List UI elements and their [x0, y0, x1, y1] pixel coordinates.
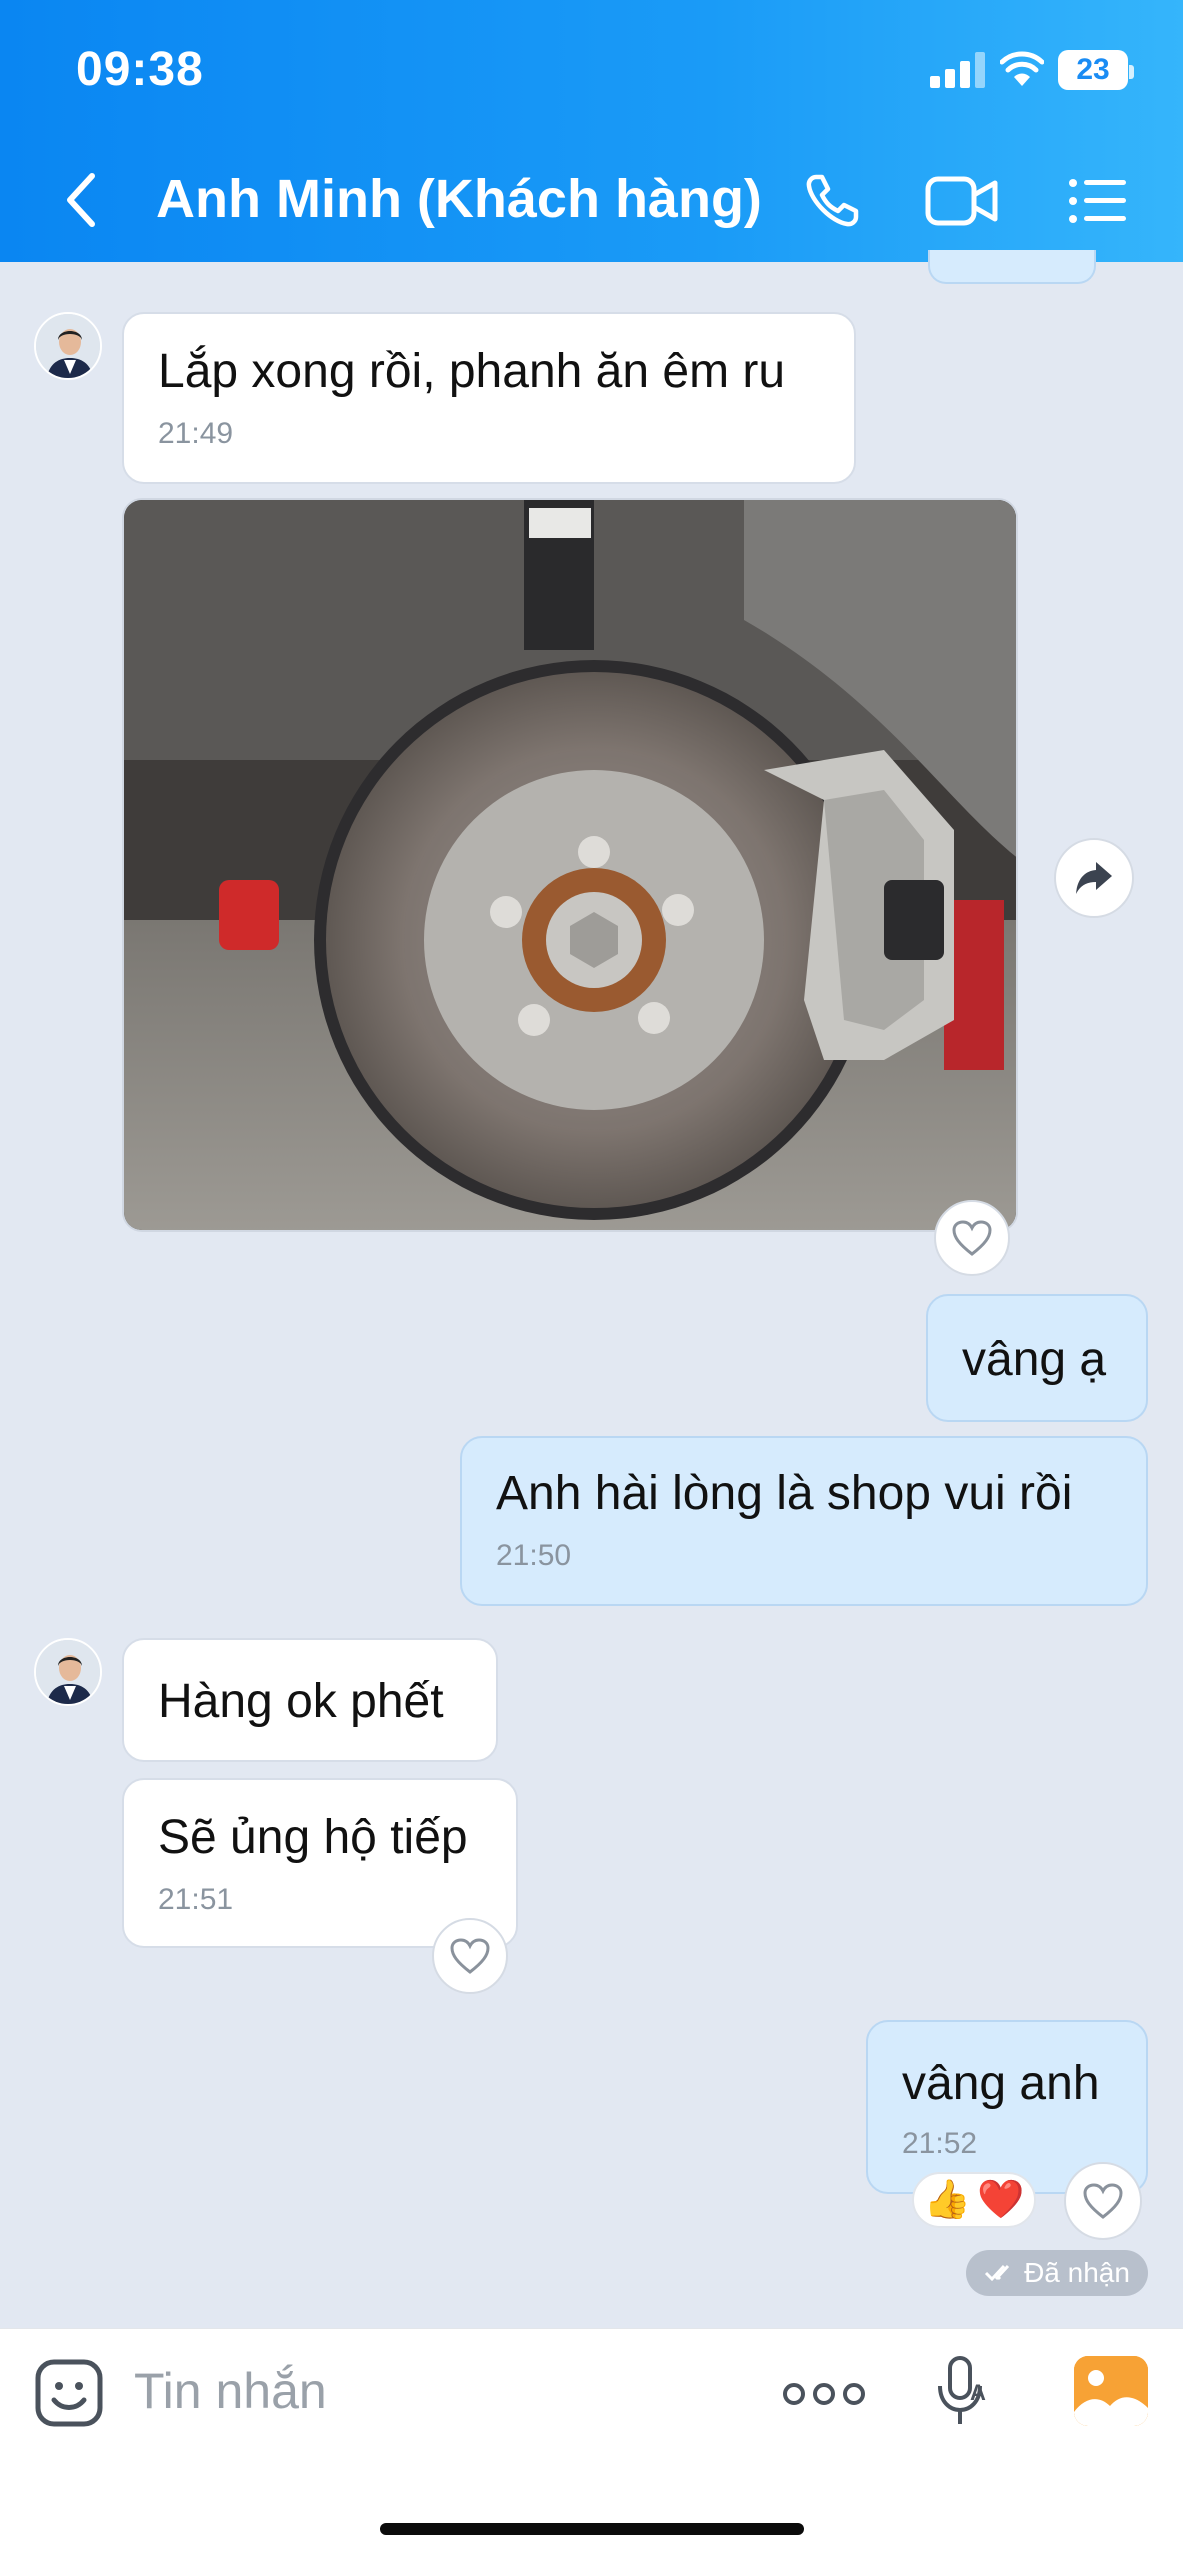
- chat-title[interactable]: Anh Minh (Khách hàng): [156, 168, 762, 230]
- gallery-button[interactable]: [1074, 2356, 1148, 2426]
- reaction-summary[interactable]: 👍 ❤️: [912, 2172, 1036, 2228]
- menu-button[interactable]: [1060, 168, 1136, 234]
- react-button[interactable]: [432, 1918, 508, 1994]
- message-text: Anh hài lòng là shop vui rồi: [496, 1467, 1073, 1520]
- sticker-button[interactable]: [34, 2358, 104, 2428]
- message-text: vâng anh: [902, 2057, 1100, 2110]
- message-time: 21:50: [496, 1539, 572, 1572]
- previous-bubble-edge: [928, 250, 1096, 284]
- sticker-smile-icon: [35, 2359, 103, 2427]
- svg-text:A: A: [970, 2380, 986, 2405]
- phone-icon: [806, 174, 859, 227]
- message-text: Hàng ok phết: [158, 1675, 444, 1728]
- red-heart-icon: ❤️: [977, 2179, 1025, 2221]
- brake-disc-photo[interactable]: [122, 498, 1018, 1232]
- voice-call-button[interactable]: [794, 168, 870, 234]
- video-camera-icon: [925, 176, 998, 226]
- message-text: Lắp xong rồi, phanh ăn êm ru: [158, 345, 786, 398]
- avatar[interactable]: [34, 312, 102, 380]
- thumbs-up-icon: 👍: [923, 2179, 971, 2221]
- message-bubble[interactable]: vâng ạ: [926, 1294, 1148, 1422]
- contact-avatar-icon: [36, 314, 100, 378]
- share-arrow-icon: [1076, 862, 1112, 894]
- contact-avatar-icon: [36, 1640, 100, 1704]
- message-input[interactable]: Tin nhắn: [134, 2362, 327, 2420]
- heart-icon: [952, 1220, 992, 1256]
- home-indicator[interactable]: [380, 2523, 804, 2535]
- delivery-status-label: Đã nhận: [1024, 2257, 1130, 2288]
- message-time: 21:52: [902, 2127, 978, 2160]
- react-button[interactable]: [1064, 2162, 1142, 2240]
- message-time: 21:49: [158, 417, 234, 450]
- list-menu-icon: [1069, 179, 1126, 223]
- voice-input-button[interactable]: A: [932, 2354, 992, 2430]
- more-dots-icon: [783, 2383, 865, 2405]
- wifi-icon: [1000, 51, 1044, 86]
- more-button[interactable]: [782, 2374, 866, 2414]
- avatar[interactable]: [34, 1638, 102, 1706]
- double-check-icon: [985, 2264, 1010, 2282]
- message-text: vâng ạ: [962, 1333, 1107, 1386]
- microphone-icon: A: [938, 2356, 986, 2424]
- heart-icon: [450, 1938, 490, 1974]
- share-button[interactable]: [1054, 838, 1134, 918]
- message-text: Sẽ ủng hộ tiếp: [158, 1811, 468, 1864]
- image-gallery-icon: [1074, 2356, 1148, 2426]
- delivery-status: Đã nhận: [966, 2250, 1148, 2296]
- message-bubble[interactable]: Anh hài lòng là shop vui rồi 21:50: [460, 1436, 1148, 1606]
- message-time: 21:51: [158, 1883, 234, 1916]
- status-time: 09:38: [76, 43, 204, 96]
- react-button[interactable]: [934, 1200, 1010, 1276]
- video-call-button[interactable]: [924, 168, 1000, 234]
- back-button[interactable]: [60, 170, 104, 230]
- heart-icon: [1083, 2183, 1123, 2219]
- signal-icon: [930, 52, 986, 88]
- battery-indicator: 23: [1058, 50, 1134, 90]
- message-bubble[interactable]: Lắp xong rồi, phanh ăn êm ru 21:49: [122, 312, 856, 484]
- chat-header: 09:38 23 Anh Minh (Khách hàng): [0, 0, 1183, 262]
- message-bubble[interactable]: Hàng ok phết: [122, 1638, 498, 1762]
